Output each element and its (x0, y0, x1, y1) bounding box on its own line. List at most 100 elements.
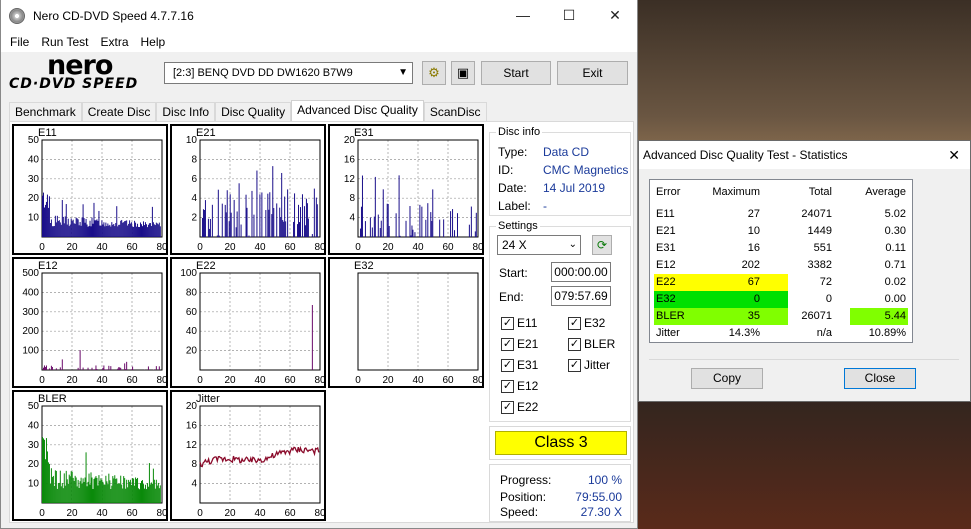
data-bar (131, 369, 133, 370)
data-bar (64, 216, 66, 237)
data-bar (96, 369, 98, 370)
tab-benchmark[interactable]: Benchmark (9, 102, 82, 122)
check-e31[interactable]: ✓ E31 (501, 358, 538, 372)
data-bar (154, 225, 156, 237)
chart-svg: 0 20 40 60 80246810E21 (186, 127, 324, 253)
data-bar (43, 207, 45, 237)
data-bar (104, 226, 106, 237)
y-tick-label: 60 (186, 307, 198, 318)
data-bar (313, 188, 315, 237)
minimize-button[interactable]: — (500, 0, 546, 31)
dialog-title: Advanced Disc Quality Test - Statistics (643, 148, 848, 162)
chart-title: Jitter (196, 393, 220, 405)
check-e12[interactable]: ✓ E12 (501, 379, 538, 393)
data-bar (240, 224, 242, 237)
data-bar (111, 485, 113, 503)
tab-advanced-disc-quality[interactable]: Advanced Disc Quality (291, 100, 424, 122)
stats-total-cell: 72 (819, 276, 832, 288)
gears-icon: ⚙ (428, 65, 440, 80)
data-bar (364, 221, 366, 237)
data-bar (159, 226, 161, 237)
data-bar (120, 475, 122, 503)
data-bar (261, 192, 263, 237)
close-button[interactable]: Close (844, 368, 916, 389)
speed-select[interactable]: 24 X ⌄ (497, 235, 581, 255)
check-e32[interactable]: ✓ E32 (568, 316, 605, 330)
data-bar (152, 222, 154, 237)
start-field[interactable]: 000:00.00 (551, 262, 611, 282)
data-bar (130, 479, 132, 503)
check-e21[interactable]: ✓ E21 (501, 337, 538, 351)
check-e11[interactable]: ✓ E11 (501, 316, 537, 330)
stats-row-e32: E32 0 0 0.00 (654, 291, 910, 308)
data-bar (112, 476, 114, 503)
data-bar (425, 219, 427, 237)
speed-value: 27.30 X (580, 505, 622, 519)
check-e12-label: E12 (517, 379, 539, 393)
data-bar (157, 482, 159, 503)
data-bar (117, 368, 119, 370)
chart-title: E31 (354, 127, 374, 139)
data-bar (303, 206, 305, 237)
data-bar (57, 483, 59, 503)
data-bar (84, 222, 86, 237)
data-bar (112, 224, 114, 237)
drive-select[interactable]: [2:3] BENQ DVD DD DW1620 B7W9 ▼ (164, 62, 413, 84)
chart-e11: 0 20 40 60 80 10 20 30 40 50 E11 (12, 124, 168, 255)
chart-jitter: 0 20 40 60 80 4 8 12 16 20 Jitter (170, 390, 326, 521)
check-jitter[interactable]: ✓ Jitter (568, 358, 610, 372)
drive-config-button[interactable]: ⚙ (422, 61, 446, 85)
tab-disc-quality[interactable]: Disc Quality (215, 102, 292, 122)
maximize-button[interactable]: ☐ (546, 0, 592, 31)
menu-extra[interactable]: Extra (94, 35, 134, 49)
data-bar (65, 204, 67, 237)
data-bar (62, 488, 64, 503)
data-bar (125, 369, 127, 370)
data-bar (73, 481, 75, 503)
y-tick-label: 8 (191, 459, 197, 470)
menu-run-test[interactable]: Run Test (35, 35, 94, 49)
data-bar (311, 305, 313, 370)
data-bar (60, 224, 62, 237)
data-bar (138, 488, 140, 503)
close-window-button[interactable]: ✕ (592, 0, 638, 31)
data-bar (117, 226, 119, 237)
y-tick-label: 30 (28, 174, 40, 185)
data-bar (132, 226, 134, 237)
data-bar (74, 223, 76, 237)
data-bar (124, 221, 126, 237)
chart-svg: 0 20 40 60 80 100 200 300 400 500E12 (22, 260, 166, 386)
start-button[interactable]: Start (481, 61, 551, 85)
x-tick-label: 60 (284, 508, 296, 519)
exit-button[interactable]: Exit (557, 61, 628, 85)
tab-disc-info[interactable]: Disc Info (156, 102, 216, 122)
data-bar (42, 367, 44, 370)
data-bar (142, 221, 144, 237)
data-bar (73, 223, 75, 237)
save-button[interactable]: ▣ (451, 61, 475, 85)
data-bar (253, 214, 255, 237)
disc-info-group: Disc info Type: Data CD ID: CMC Magnetic… (489, 126, 631, 216)
end-field[interactable]: 079:57.69 (551, 286, 611, 306)
dialog-close-icon[interactable]: ✕ (948, 141, 960, 169)
data-bar (123, 222, 125, 237)
data-bar (87, 226, 89, 237)
data-bar (96, 219, 98, 237)
copy-button[interactable]: Copy (691, 368, 763, 389)
data-bar (144, 222, 146, 237)
tab-create-disc[interactable]: Create Disc (81, 102, 157, 122)
checkbox-checked-icon: ✓ (501, 358, 514, 372)
menu-file[interactable]: File (4, 35, 35, 49)
check-bler[interactable]: ✓ BLER (568, 337, 615, 351)
data-bar (272, 166, 274, 237)
refresh-speed-button[interactable]: ⟳ (592, 235, 612, 255)
data-bar (273, 208, 275, 237)
data-bar (77, 479, 79, 503)
menu-help[interactable]: Help (135, 35, 172, 49)
data-bar (107, 484, 109, 503)
check-e22[interactable]: ✓ E22 (501, 400, 538, 414)
data-bar (47, 462, 49, 503)
data-bar (154, 488, 156, 503)
data-bar (51, 477, 53, 503)
tab-scandisc[interactable]: ScanDisc (423, 102, 487, 122)
